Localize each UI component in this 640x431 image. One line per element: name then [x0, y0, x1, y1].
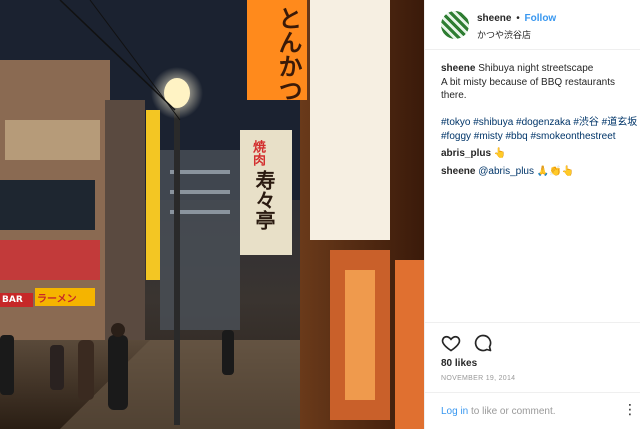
comment-item: abris_plus 👆: [441, 147, 640, 161]
icon-row: [441, 333, 493, 353]
comment-bubble-icon[interactable]: [473, 333, 493, 353]
post-photo[interactable]: とんかつ 焼肉 寿々亭 ラーメン BAR: [0, 0, 424, 429]
login-prompt: Log in to like or comment.: [441, 406, 556, 417]
caption-line2: A bit misty because of BBQ restaurants t…: [441, 76, 615, 102]
caption-hashtags[interactable]: #tokyo #shibuya #dogenzaka #渋谷 #道玄坂 #fog…: [441, 117, 637, 142]
comment-username[interactable]: abris_plus: [441, 148, 491, 159]
caption-line1: Shibuya night streetscape: [478, 63, 594, 74]
comment-text: 🙏👏👆: [536, 165, 575, 177]
comments-section: sheene Shibuya night streetscape A bit m…: [441, 62, 640, 182]
heart-icon[interactable]: [441, 333, 461, 353]
comment-item: sheene @abris_plus 🙏👏👆: [441, 165, 640, 179]
action-bar: 80 likes NOVEMBER 19, 2014 Log in to lik…: [425, 322, 640, 430]
sign-tonkatsu: とんかつ: [274, 6, 302, 102]
comment-username[interactable]: sheene: [441, 166, 475, 177]
instagram-post: とんかつ 焼肉 寿々亭 ラーメン BAR sheene • Follow かつや…: [0, 0, 640, 429]
login-link[interactable]: Log in: [441, 406, 468, 417]
shibuya-street-photo: [0, 0, 424, 429]
comment-text: 👆: [493, 148, 507, 159]
post-header: sheene • Follow かつや渋谷店: [425, 0, 640, 50]
avatar[interactable]: [441, 11, 469, 39]
location-link[interactable]: かつや渋谷店: [477, 28, 531, 41]
post-sidebar: sheene • Follow かつや渋谷店 sheene Shibuya ni…: [424, 0, 640, 429]
caption-username[interactable]: sheene: [441, 63, 475, 74]
login-row: Log in to like or comment. ⋮: [425, 392, 640, 431]
comment-mention[interactable]: @abris_plus: [478, 166, 534, 177]
sign-bar: BAR: [2, 295, 23, 305]
caption: sheene Shibuya night streetscape A bit m…: [441, 62, 640, 143]
follow-button[interactable]: Follow: [525, 13, 557, 24]
user-line: sheene • Follow: [477, 13, 556, 24]
separator-dot: •: [516, 13, 520, 24]
header-username[interactable]: sheene: [477, 13, 511, 24]
login-suffix: to like or comment.: [468, 406, 556, 417]
sign-jujutei: 寿々亭: [252, 170, 276, 230]
sign-ramen: ラーメン: [37, 294, 77, 305]
likes-count[interactable]: 80 likes: [441, 358, 477, 369]
post-date: NOVEMBER 19, 2014: [441, 375, 516, 382]
sign-yakiniku: 焼肉: [250, 140, 265, 166]
more-options-icon[interactable]: ⋮: [623, 401, 637, 418]
